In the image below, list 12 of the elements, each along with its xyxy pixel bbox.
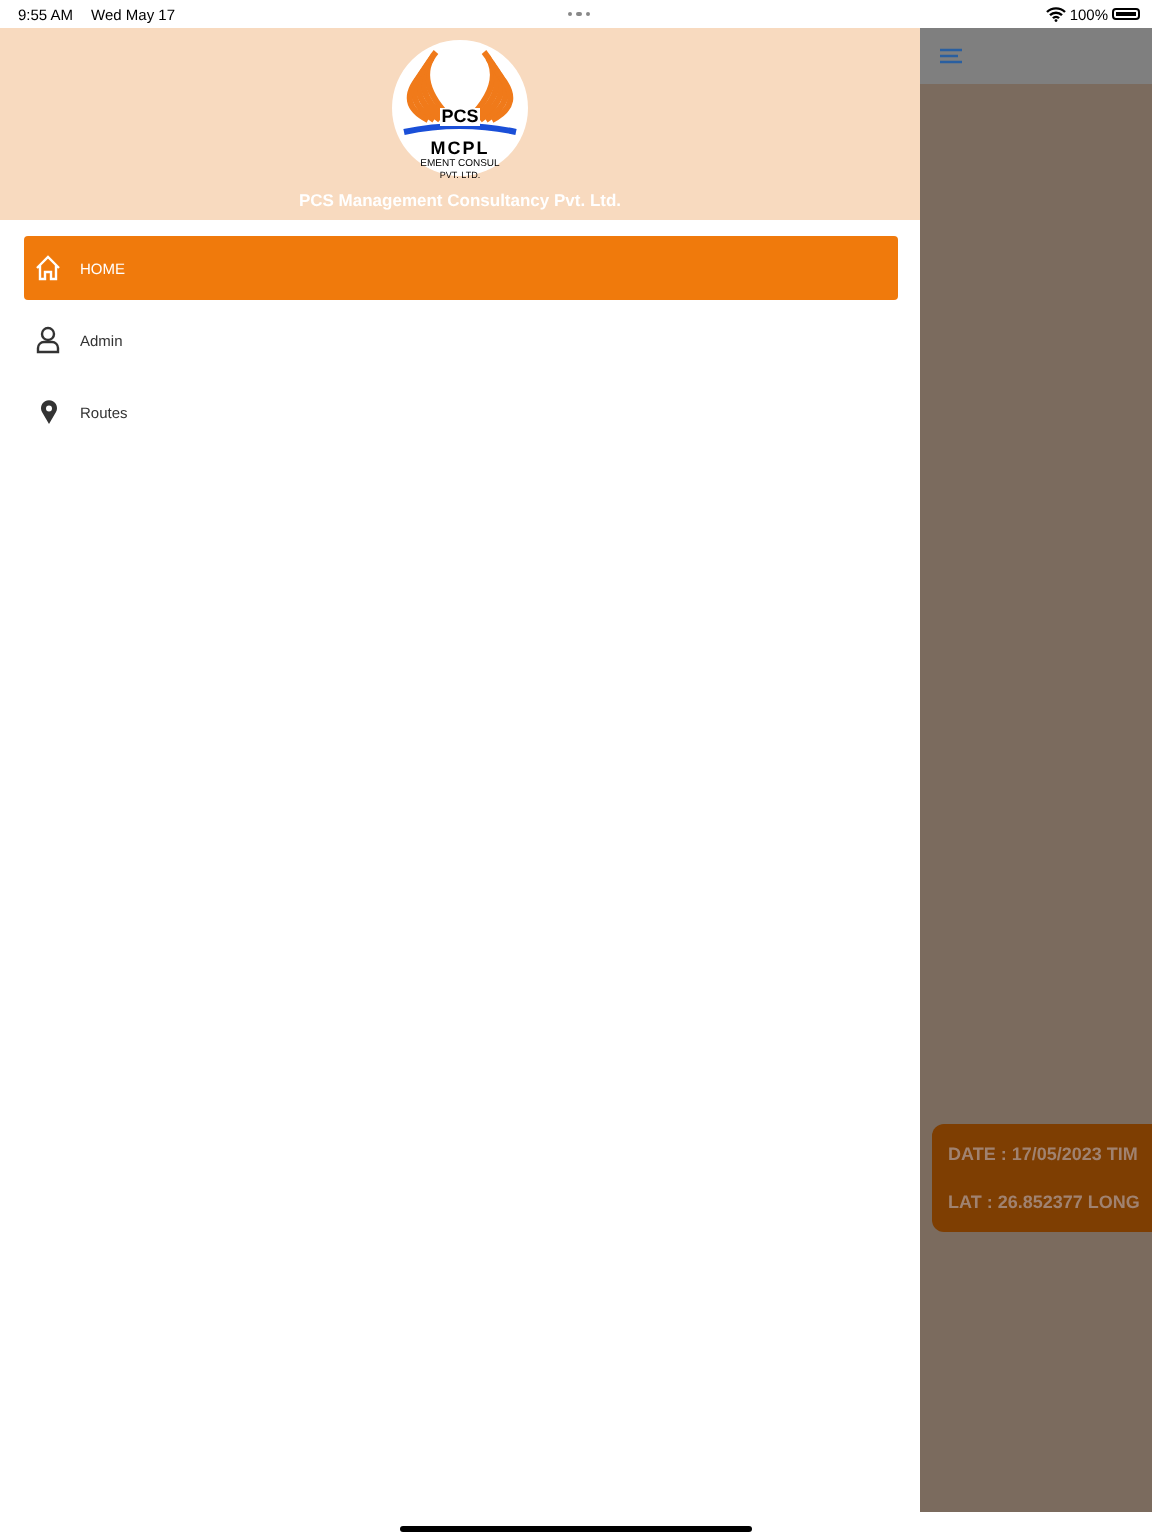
battery-icon (1112, 8, 1140, 20)
wifi-icon (1045, 6, 1066, 22)
logo-emblem-drawing (392, 40, 528, 176)
info-text: LAT : 26.852377 LONG (948, 1192, 1142, 1212)
company-name: PCS Management Consultancy Pvt. Ltd. (298, 190, 622, 210)
logo-text: MCPL (430, 140, 490, 158)
info-text: DATE : 17/05/2023 TIM (948, 1144, 1140, 1164)
logo-text: PCS (439, 108, 481, 126)
multitasking-dots-icon[interactable] (567, 11, 591, 17)
home-indicator[interactable] (400, 1525, 752, 1531)
home-icon (34, 254, 62, 282)
person-icon (34, 326, 62, 354)
